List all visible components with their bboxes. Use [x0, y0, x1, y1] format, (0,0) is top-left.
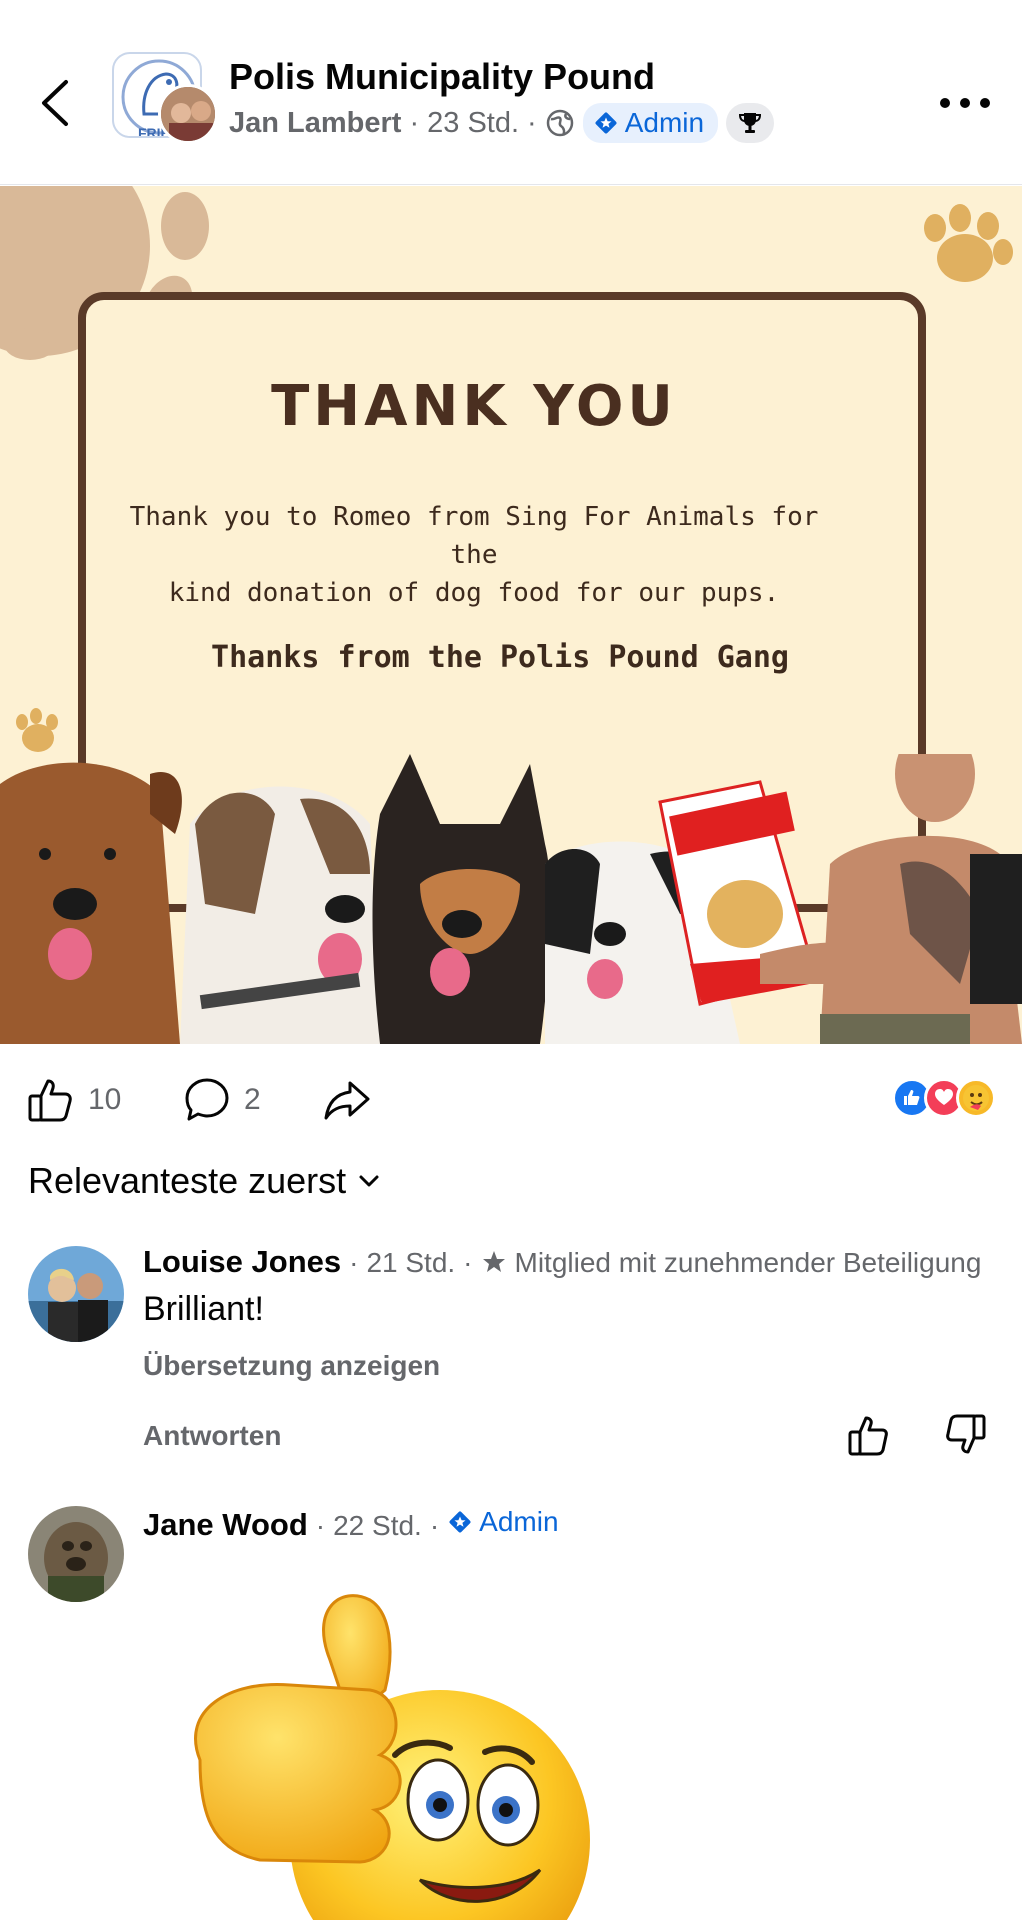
- card-body-line-2: kind donation of dog food for our pups.: [168, 578, 780, 608]
- group-avatar[interactable]: FRIEN: [112, 52, 218, 144]
- comment-author[interactable]: Jane Wood: [143, 1507, 308, 1543]
- comment-avatar-jane[interactable]: [28, 1506, 124, 1602]
- comment-text: Brilliant!: [143, 1290, 264, 1328]
- card-body-line-1: Thank you to Romeo from Sing For Animals…: [129, 502, 819, 570]
- care-reaction-icon: [956, 1078, 996, 1118]
- admin-shield-icon: [449, 1511, 471, 1533]
- meta-separator: ·: [349, 1247, 359, 1278]
- comment-time[interactable]: 21 Std.: [366, 1247, 455, 1279]
- post-time[interactable]: 23 Std.: [427, 107, 519, 140]
- comment-avatar-louise[interactable]: [28, 1246, 124, 1342]
- upvote-icon[interactable]: [846, 1412, 892, 1458]
- card-body: Thank you to Romeo from Sing For Animals…: [100, 498, 848, 612]
- dog-2: [180, 786, 380, 1044]
- comment-button[interactable]: 2: [182, 1074, 261, 1126]
- group-title[interactable]: Polis Municipality Pound: [229, 56, 655, 98]
- card-title: THANK YOU: [271, 374, 677, 439]
- member-badge: Mitglied mit zunehmender Beteiligung: [514, 1247, 982, 1278]
- top-contributor-badge[interactable]: [726, 103, 775, 143]
- reply-button[interactable]: Antworten: [143, 1420, 281, 1452]
- post-meta: Jan Lambert · 23 Std. · Admin: [229, 102, 775, 144]
- chevron-down-icon: [359, 1175, 379, 1187]
- like-icon: [28, 1079, 72, 1122]
- card-signature: Thanks from the Polis Pound Gang: [211, 640, 789, 675]
- post-image[interactable]: THANK YOU Thank you to Romeo from Sing F…: [0, 186, 1022, 1044]
- comment-header: Jane Wood · 22 Std. · Admin: [143, 1506, 559, 1543]
- meta-separator: ·: [315, 1510, 326, 1541]
- share-button[interactable]: [322, 1074, 372, 1126]
- meta-separator: ·: [527, 106, 537, 139]
- trophy-icon: [739, 113, 762, 133]
- comment-header: Louise Jones · 21 Std. · Mitglied mit zu…: [143, 1244, 981, 1280]
- downvote-icon[interactable]: [942, 1412, 988, 1458]
- like-button[interactable]: 10: [26, 1074, 121, 1126]
- admin-avatar: [158, 84, 218, 144]
- post-actions: 10 2: [0, 1044, 1022, 1154]
- comment-time[interactable]: 22 Std.: [333, 1510, 422, 1542]
- dog-3: [372, 754, 551, 1044]
- dog-1: [0, 762, 182, 1044]
- dogs-and-donor-photo: [0, 754, 1022, 1044]
- share-icon: [324, 1081, 370, 1120]
- more-options-icon[interactable]: [940, 88, 990, 118]
- comment-icon: [185, 1078, 229, 1121]
- star-icon: [482, 1251, 505, 1272]
- globe-icon: [546, 109, 573, 137]
- admin-badge-label: Admin: [624, 107, 705, 138]
- admin-badge-label: Admin: [479, 1506, 559, 1537]
- reaction-summary[interactable]: [892, 1078, 996, 1118]
- meta-separator: ·: [463, 1247, 473, 1278]
- meta-separator: ·: [409, 106, 420, 139]
- admin-badge[interactable]: Admin: [582, 103, 719, 143]
- back-arrow-icon[interactable]: [36, 78, 76, 128]
- thumbs-up-emoji-sticker[interactable]: [170, 1590, 590, 1920]
- comment-count: 2: [244, 1083, 261, 1116]
- see-translation-link[interactable]: Übersetzung anzeigen: [143, 1350, 440, 1382]
- admin-badge[interactable]: Admin: [447, 1506, 559, 1538]
- comment-sort-dropdown[interactable]: Relevanteste zuerst: [28, 1160, 382, 1202]
- post-author[interactable]: Jan Lambert: [229, 107, 401, 140]
- like-count: 10: [88, 1083, 122, 1116]
- post-header: FRIEN Polis Municipality Pound Jan Lambe…: [0, 0, 1022, 185]
- admin-shield-icon: [595, 112, 617, 134]
- donor-man: [760, 754, 1022, 1044]
- comment-author[interactable]: Louise Jones: [143, 1244, 341, 1280]
- meta-separator: ·: [429, 1510, 440, 1541]
- sort-label: Relevanteste zuerst: [28, 1160, 347, 1201]
